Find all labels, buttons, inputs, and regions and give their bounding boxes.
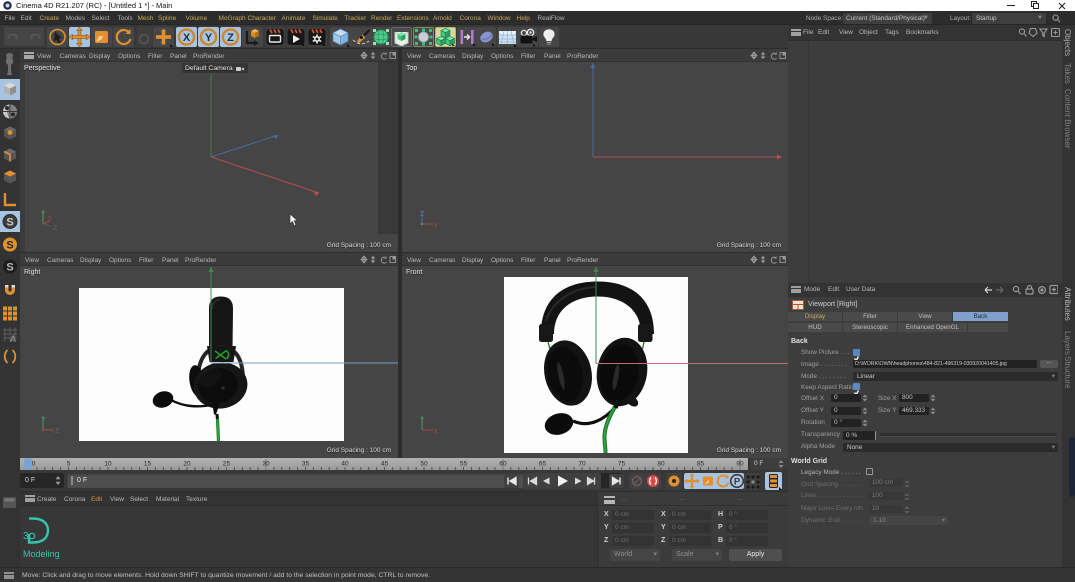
svg-text:75: 75: [618, 461, 626, 468]
svg-text:0: 0: [32, 461, 36, 468]
svg-text:x: x: [434, 222, 438, 229]
svg-text:Y: Y: [41, 211, 46, 218]
svg-text:X: X: [183, 32, 191, 44]
svg-text:Y: Y: [420, 417, 425, 424]
svg-text:S: S: [6, 217, 13, 229]
svg-text:Z: Z: [53, 225, 58, 232]
svg-text:Modeling: Modeling: [23, 549, 60, 559]
svg-text:20: 20: [183, 461, 191, 468]
svg-text:x: x: [434, 428, 438, 435]
svg-text:Z: Z: [420, 211, 425, 218]
svg-text:5: 5: [67, 461, 71, 468]
svg-text:35: 35: [302, 461, 310, 468]
svg-text:S: S: [6, 262, 13, 274]
svg-text:50: 50: [420, 461, 428, 468]
svg-text:65: 65: [539, 461, 547, 468]
svg-text:A: A: [10, 334, 17, 343]
svg-text:25: 25: [223, 461, 231, 468]
svg-text:Y: Y: [205, 32, 213, 44]
svg-text:10: 10: [104, 461, 112, 468]
svg-text:Y: Y: [41, 417, 46, 424]
svg-text:S: S: [6, 240, 13, 252]
svg-text:P: P: [734, 477, 741, 488]
svg-text:x: x: [48, 215, 52, 222]
svg-text:40: 40: [341, 461, 349, 468]
svg-text:80: 80: [657, 461, 665, 468]
svg-text:70: 70: [578, 461, 586, 468]
svg-text:45: 45: [381, 461, 389, 468]
svg-text:Z: Z: [227, 32, 234, 44]
svg-text:3: 3: [23, 531, 29, 542]
svg-text:55: 55: [460, 461, 468, 468]
svg-text:85: 85: [697, 461, 705, 468]
svg-text:15: 15: [144, 461, 152, 468]
svg-text:Z: Z: [55, 428, 60, 435]
